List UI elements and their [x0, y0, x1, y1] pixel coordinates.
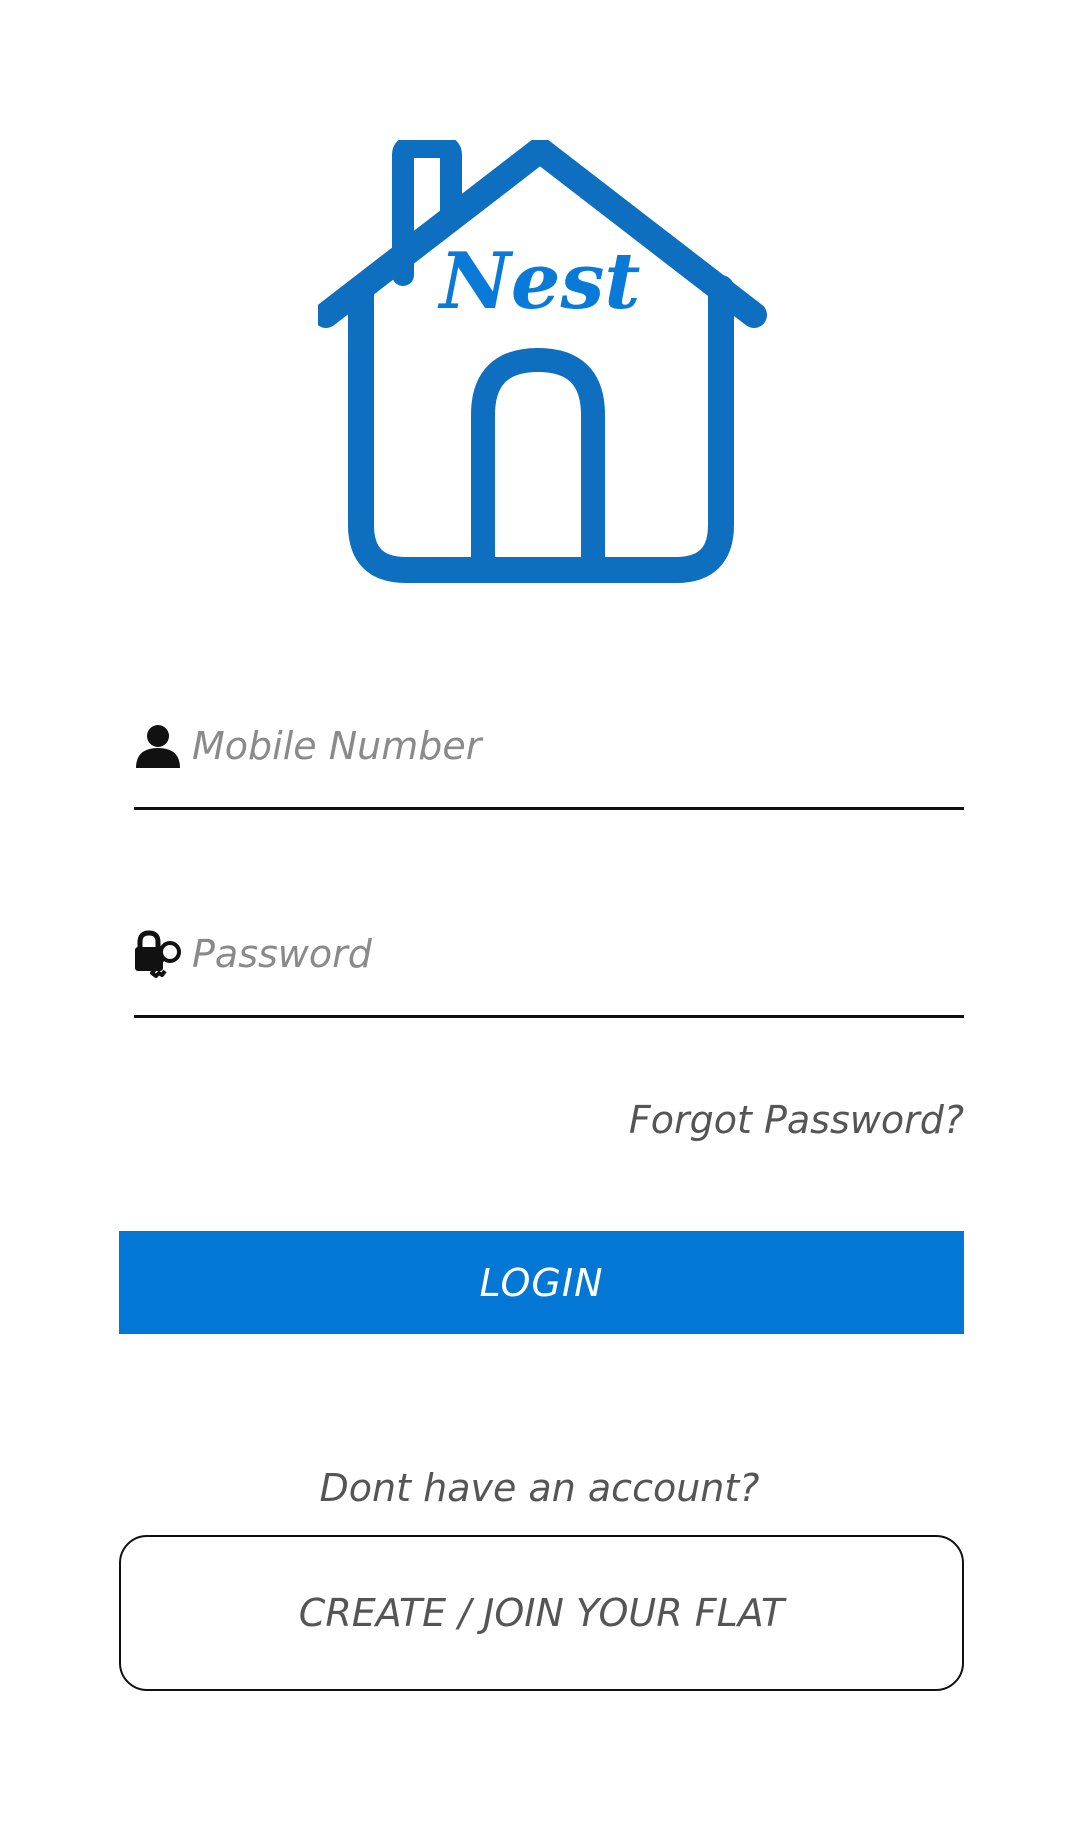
- create-join-flat-button[interactable]: CREATE / JOIN YOUR FLAT: [119, 1535, 964, 1691]
- login-button[interactable]: LOGIN: [119, 1231, 964, 1334]
- logo-text: Nest: [437, 236, 641, 327]
- lock-key-icon: [134, 930, 182, 978]
- forgot-password-link[interactable]: Forgot Password?: [629, 1098, 964, 1142]
- login-screen: Nest Forgot Password? LOGIN Dont have an…: [0, 0, 1079, 1847]
- person-icon: [134, 722, 182, 770]
- nest-logo: Nest: [318, 140, 768, 590]
- no-account-prompt: Dont have an account?: [319, 1466, 760, 1510]
- mobile-number-field: [134, 700, 964, 810]
- house-logo-icon: Nest: [318, 140, 767, 583]
- password-field: [134, 908, 964, 1018]
- password-input[interactable]: [192, 922, 952, 986]
- mobile-number-input[interactable]: [192, 714, 952, 778]
